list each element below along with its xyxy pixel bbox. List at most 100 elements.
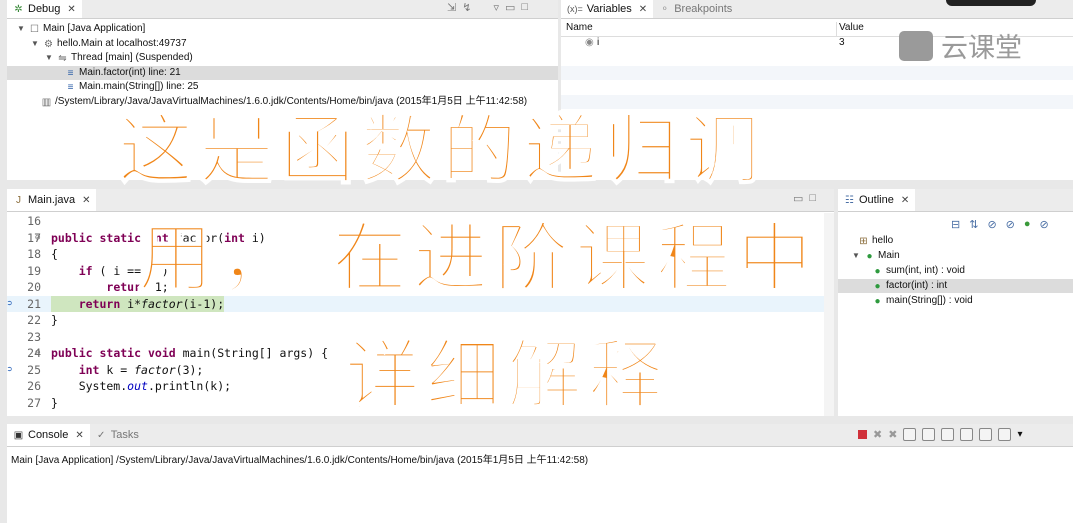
drop-frame-icon[interactable]: ↯ [462,1,471,14]
code-line[interactable]: 22} [7,312,834,329]
hide-local-types-icon[interactable]: ⊘ [1040,218,1049,231]
local-variable-icon: ◉ [585,37,594,48]
tab-console[interactable]: ▣ Console ✕ [7,424,90,446]
webcam-thumbnail [946,0,1036,6]
pin-console-icon[interactable] [960,428,974,441]
outline-icon: ☷ [845,194,854,206]
outline-item-label: main(String[]) : void [886,295,973,306]
word-wrap-icon[interactable] [941,428,955,441]
tab-debug[interactable]: ✲ Debug ✕ [7,0,82,18]
view-menu-icon[interactable]: ▾ [1017,429,1022,440]
watermark-text: 云课堂 [941,33,1022,63]
tab-main-java[interactable]: J Main.java ✕ [7,189,97,211]
caption-line-3: 详细解释 [344,331,670,419]
line-number: 16 [27,214,41,228]
outline-item[interactable]: ⊞ hello [858,234,893,248]
outline-item-label: Main [878,250,900,261]
debug-view-buttons: ⇲ ↯ ▿ ▭ □ [447,1,528,14]
hide-static-icon[interactable]: ⊘ [1006,218,1015,231]
debug-tree-item[interactable]: ▼ ⇋ Thread [main] (Suspended) [45,51,193,65]
close-icon[interactable]: ✕ [639,4,647,15]
tasks-tab-label: Tasks [110,429,139,441]
column-value[interactable]: Value [839,22,864,33]
variables-icon: (x)= [567,4,583,14]
step-icon[interactable]: ⇲ [447,1,456,14]
table-stripes [561,66,1073,80]
caption-line-2: 用， 在进阶课程中 [137,214,819,302]
debug-bug-icon: ✲ [14,3,23,15]
editor-tab-label: Main.java [28,194,76,206]
outline-toolbar: ⊟ ⇅ ⊘ ⊘ ● ⊘ [951,218,1049,231]
stack-frame-icon: ≡ [67,67,74,79]
minimize-icon[interactable]: ▭ [793,192,803,205]
code-text: } [51,395,58,410]
terminate-icon[interactable] [858,430,867,439]
thread-suspended-icon: ⇋ [58,52,67,64]
expand-toggle-icon[interactable]: ▼ [45,51,54,65]
display-console-icon[interactable] [979,428,993,441]
fold-toggle-icon[interactable]: ⊖ [35,345,40,362]
maximize-icon[interactable]: □ [809,192,816,205]
line-number: 27 [27,395,41,410]
debug-tree-label: Main.factor(int) line: 21 [79,67,181,78]
debug-marker-icon[interactable]: ➲ [7,362,12,379]
tab-tasks[interactable]: ✓ Tasks [90,424,145,446]
column-name[interactable]: Name [566,22,593,33]
line-number: 26 [27,379,41,393]
close-icon[interactable]: ✕ [67,4,75,15]
sort-icon[interactable]: ⇅ [969,218,978,231]
hide-fields-icon[interactable]: ⊘ [987,218,996,231]
debug-tree-label: Thread [main] (Suspended) [71,52,193,63]
code-text: } [51,313,58,327]
remove-launch-icon[interactable]: ✖ [873,428,882,441]
debug-target-icon: ⚙ [44,38,53,50]
code-text: int k = factor(3); [78,362,204,377]
debug-tree-label: Main.main(String[]) line: 25 [79,81,199,92]
caption-line-1: 这是函数的递归调 [117,106,767,194]
console-icon: ▣ [13,429,24,441]
variable-value: 3 [839,37,845,48]
remove-all-icon[interactable]: ✖ [888,428,897,441]
tasks-icon: ✓ [97,429,106,441]
expand-toggle-icon[interactable]: ▼ [31,37,40,51]
outline-tab-label: Outline [859,194,894,206]
outline-item[interactable]: ● main(String[]) : void [872,294,973,308]
tab-variables[interactable]: (x)= Variables ✕ [561,0,654,18]
package-icon: ⊞ [859,235,868,247]
chevron-down-icon[interactable]: ▿ [493,1,499,14]
minimize-icon[interactable]: ▭ [505,1,515,14]
maximize-icon[interactable]: □ [521,1,528,14]
process-icon: ▥ [41,96,52,108]
debug-tree-item[interactable]: ▼ ☐ Main [Java Application] [17,22,145,36]
debug-marker-icon[interactable]: ➲ [7,296,12,313]
scroll-lock-icon[interactable] [903,428,917,441]
code-text: System.out.println(k); [51,379,232,393]
close-icon[interactable]: ✕ [82,195,90,206]
stack-frame-selected[interactable]: ≡ Main.factor(int) line: 21 [7,66,558,80]
close-icon[interactable]: ✕ [75,430,83,441]
fold-toggle-icon[interactable]: ⊖ [35,230,40,247]
debug-tree-item[interactable]: ▼ ⚙ hello.Main at localhost:49737 [31,37,187,51]
variables-tab-label: Variables [586,3,632,15]
breakpoints-tab-label: Breakpoints [674,3,733,15]
line-number: 22 [27,313,41,327]
expand-toggle-icon[interactable]: ▼ [17,22,26,36]
collapse-all-icon[interactable]: ⊟ [951,218,960,231]
breakpoint-icon: ⚬ [660,3,669,15]
clear-console-icon[interactable] [922,428,936,441]
outline-item[interactable]: ● sum(int, int) : void [872,264,964,278]
class-icon: ● [866,250,873,262]
open-console-icon[interactable] [998,428,1012,441]
debug-tree-item[interactable]: ≡ Main.main(String[]) line: 25 [65,80,199,94]
outline-item[interactable]: ▼ ● Main [852,249,900,263]
stack-frame-icon: ≡ [67,81,74,93]
line-number: 21 [27,296,41,311]
code-text: public static void main(String[] args) { [51,346,328,360]
outline-item[interactable]: ● factor(int) : int [838,279,1073,293]
expand-toggle-icon[interactable]: ▼ [852,249,861,263]
hide-nonpublic-icon[interactable]: ● [1024,218,1031,231]
tab-breakpoints[interactable]: ⚬ Breakpoints [653,0,738,18]
debug-tree-label: hello.Main at localhost:49737 [57,38,187,49]
close-icon[interactable]: ✕ [901,195,909,206]
tab-outline[interactable]: ☷ Outline ✕ [838,189,916,211]
